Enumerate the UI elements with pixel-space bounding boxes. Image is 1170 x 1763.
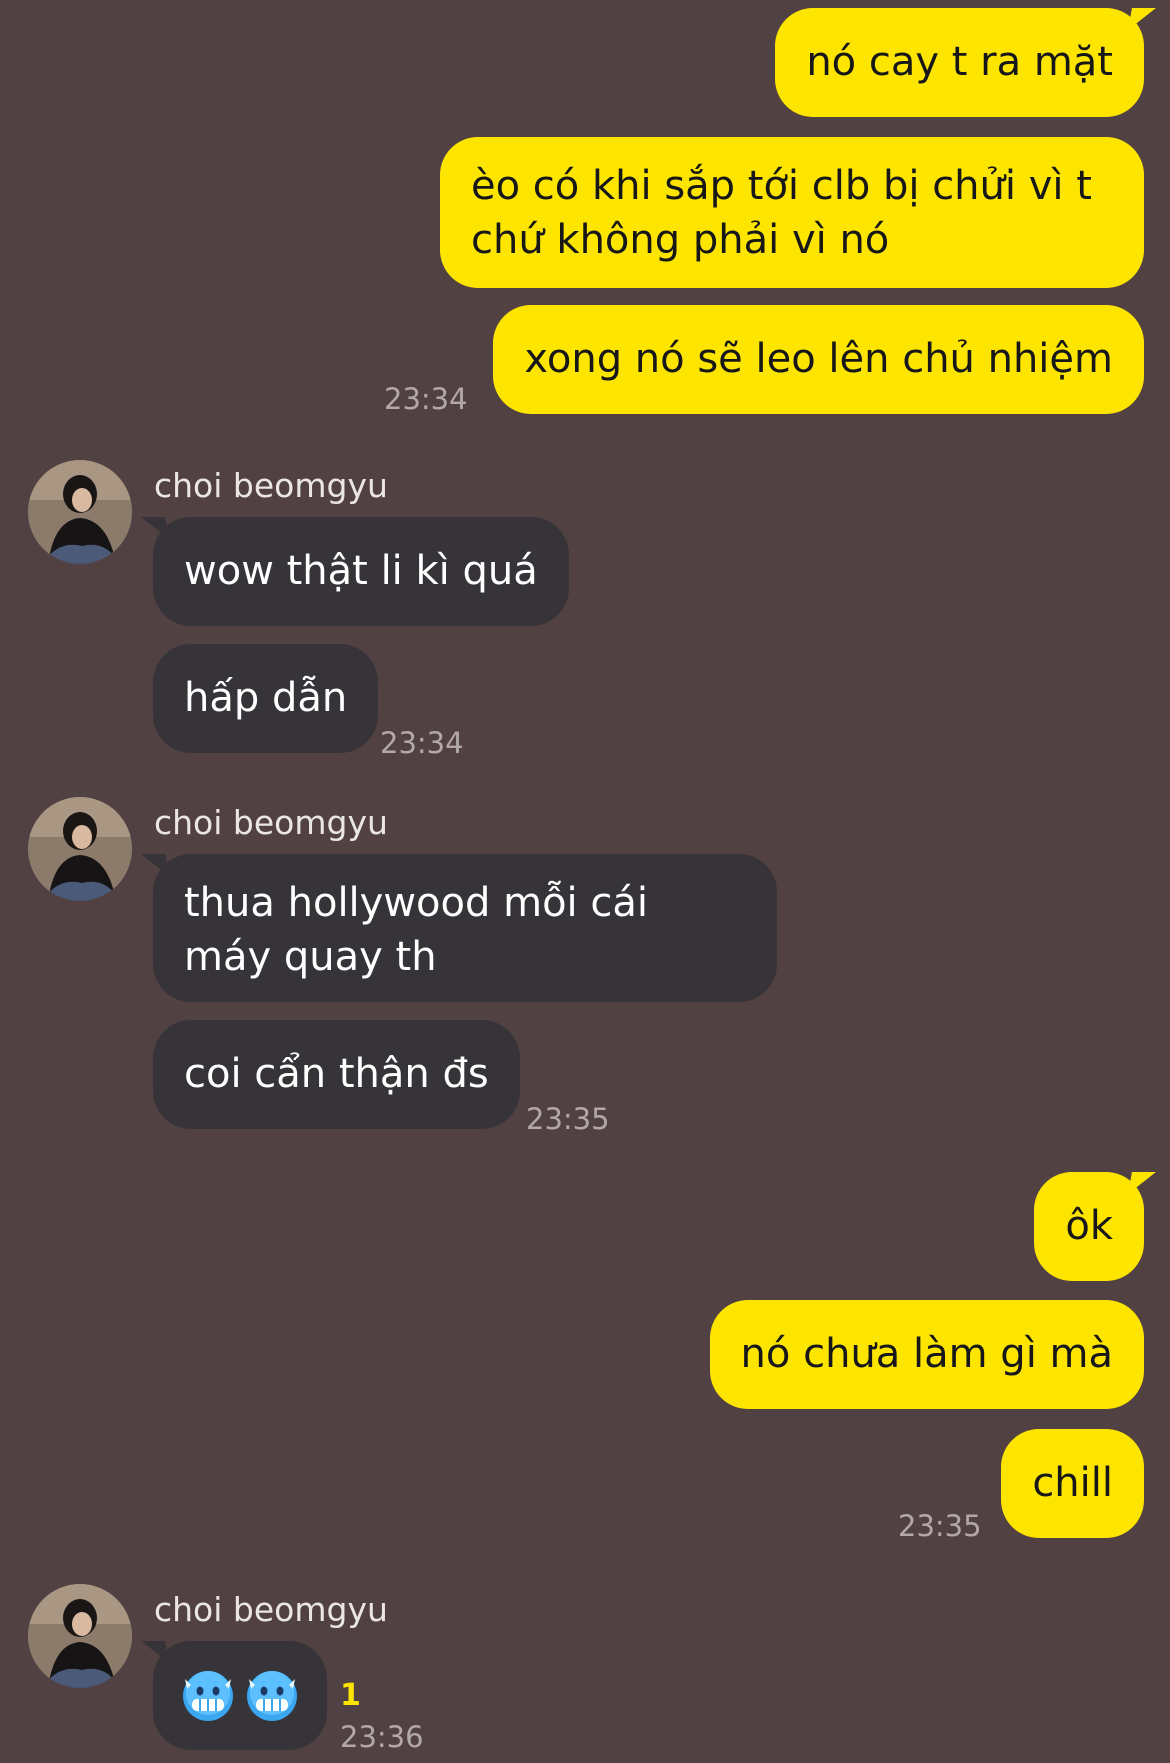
their-message-bubble[interactable]: wow thật li kì quá xyxy=(153,517,569,626)
message-timestamp: 23:34 xyxy=(384,382,468,416)
sender-name: choi beomgyu xyxy=(154,1590,388,1629)
avatar[interactable] xyxy=(28,460,132,564)
avatar[interactable] xyxy=(28,1584,132,1688)
emoji-message-bubble[interactable]: 🥶🥶 xyxy=(153,1641,327,1750)
my-message-bubble[interactable]: èo có khi sắp tới clb bị chửi vì t chứ k… xyxy=(440,137,1144,288)
my-message-bubble[interactable]: nó chưa làm gì mà xyxy=(709,1300,1144,1409)
message-timestamp: 23:34 xyxy=(380,726,464,760)
their-message-bubble[interactable]: coi cẩn thận đs xyxy=(153,1020,520,1129)
their-message-bubble[interactable]: hấp dẫn xyxy=(153,644,379,753)
chat-window: nó cay t ra mặt èo có khi sắp tới clb bị… xyxy=(0,0,1170,1763)
message-timestamp: 23:36 xyxy=(340,1720,424,1754)
unread-count: 1 xyxy=(340,1678,361,1713)
avatar[interactable] xyxy=(28,797,132,901)
cold-face-emoji xyxy=(245,1669,299,1723)
my-message-bubble[interactable]: nó cay t ra mặt xyxy=(775,8,1144,117)
sender-name: choi beomgyu xyxy=(154,803,388,842)
sender-name: choi beomgyu xyxy=(154,466,388,505)
my-message-bubble[interactable]: xong nó sẽ leo lên chủ nhiệm xyxy=(493,305,1144,414)
message-timestamp: 23:35 xyxy=(526,1102,610,1136)
my-message-bubble[interactable]: ôk xyxy=(1034,1172,1144,1281)
cold-face-emoji xyxy=(181,1669,235,1723)
emoji-message-text: 🥶🥶 xyxy=(299,1667,300,1668)
my-message-bubble[interactable]: chill xyxy=(1001,1429,1144,1538)
their-message-bubble[interactable]: thua hollywood mỗi cái máy quay th xyxy=(153,854,777,1002)
message-timestamp: 23:35 xyxy=(898,1509,982,1543)
